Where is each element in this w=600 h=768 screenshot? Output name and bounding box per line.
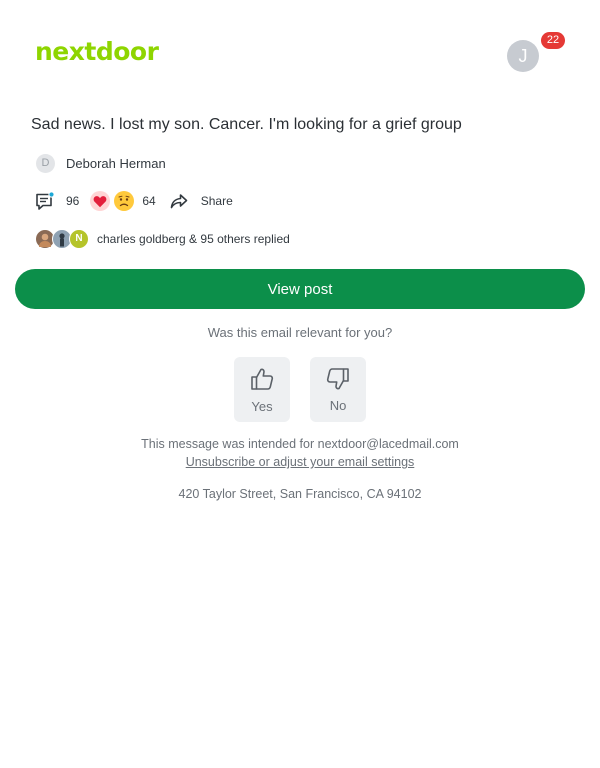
sad-face-emoji-icon (114, 191, 135, 211)
thumbs-down-icon (324, 365, 352, 393)
author-avatar: D (36, 153, 55, 173)
comment-count: 96 (66, 194, 80, 208)
post-stats: 96 64 Share (35, 190, 233, 212)
intended-recipient-text: This message was intended for nextdoor@l… (141, 437, 459, 451)
yes-button[interactable]: Yes (234, 357, 290, 422)
email-header: nextdoor J 22 (0, 0, 600, 100)
account-avatar[interactable]: J 22 (507, 32, 565, 72)
notification-badge: 22 (541, 32, 565, 49)
unsubscribe-link-row: Unsubscribe or adjust your email setting… (0, 455, 600, 469)
avatar-initial: J (507, 40, 539, 72)
mailing-address: 420 Taylor Street, San Francisco, CA 941… (178, 487, 422, 501)
author-row: D Deborah Herman (36, 153, 166, 173)
reaction-count: 64 (142, 194, 156, 208)
thumbs-up-icon (248, 365, 276, 393)
share-icon[interactable] (169, 191, 189, 211)
yes-label: Yes (251, 399, 273, 414)
author-name: Deborah Herman (66, 155, 166, 171)
no-button[interactable]: No (310, 357, 366, 422)
view-post-button[interactable]: View post (15, 269, 585, 309)
nextdoor-logo[interactable]: nextdoor (35, 37, 159, 66)
share-label[interactable]: Share (201, 194, 233, 208)
unsubscribe-link[interactable]: Unsubscribe or adjust your email setting… (186, 455, 415, 469)
relevance-question: Was this email relevant for you? (207, 325, 393, 340)
comment-icon[interactable] (35, 191, 55, 211)
replies-row[interactable]: N charles goldberg & 95 others replied (35, 229, 290, 249)
heart-emoji-icon (90, 191, 111, 211)
replies-summary[interactable]: charles goldberg & 95 others replied (97, 232, 290, 246)
no-label: No (329, 398, 347, 413)
replier-avatar-3: N (69, 229, 89, 249)
post-title[interactable]: Sad news. I lost my son. Cancer. I'm loo… (31, 116, 462, 134)
